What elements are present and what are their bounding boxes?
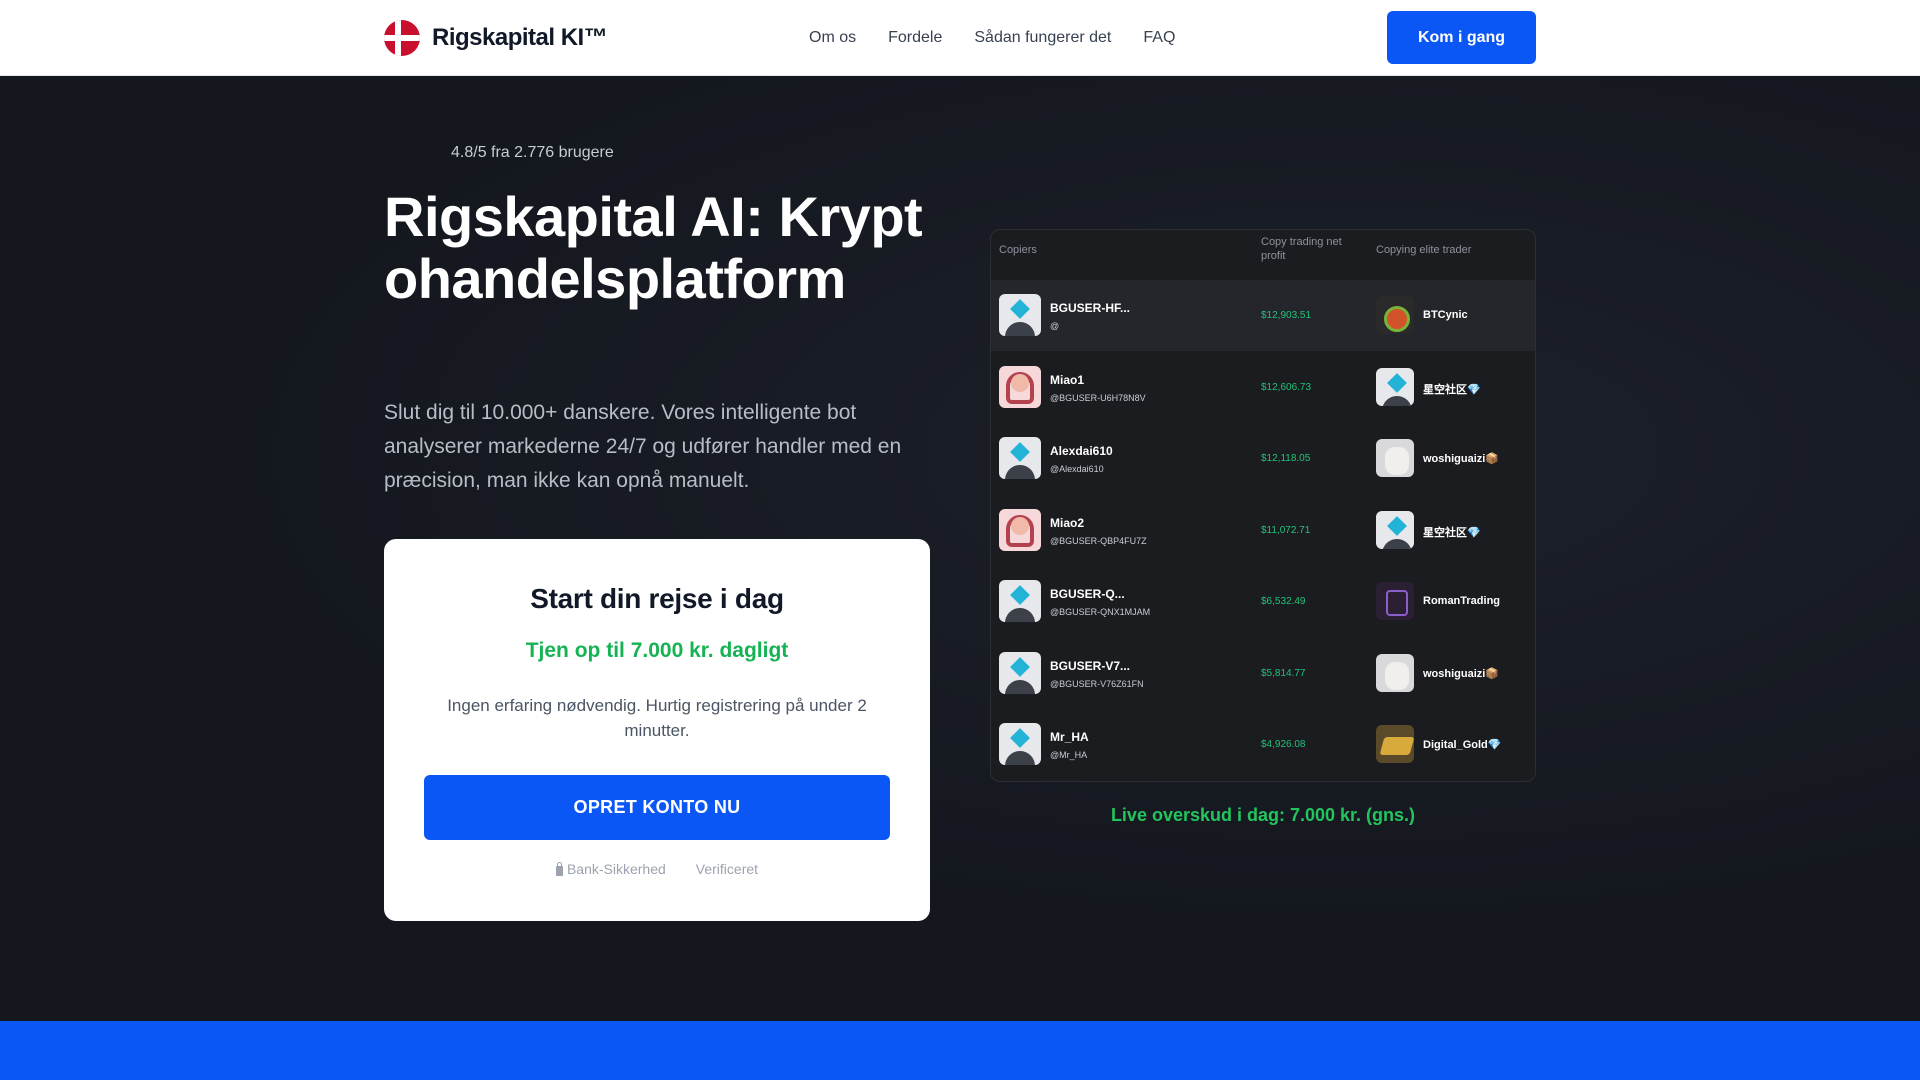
net-profit: $6,532.49 bbox=[1261, 596, 1306, 607]
signup-card: Start din rejse i dag Tjen op til 7.000 … bbox=[384, 539, 930, 921]
copier-name: Miao1 bbox=[1050, 372, 1085, 387]
copier-handle: @ bbox=[1050, 321, 1060, 331]
column-header-copiers: Copiers bbox=[999, 244, 1037, 256]
trader-avatar bbox=[1376, 510, 1414, 549]
header-inner: Rigskapital KI™ Om os Fordele Sådan fung… bbox=[384, 0, 1536, 76]
copier-name: BGUSER-Q... bbox=[1050, 587, 1125, 601]
trader-name[interactable]: woshiguaizi📦 bbox=[1423, 452, 1499, 465]
brand-name: Rigskapital KI™ bbox=[432, 24, 608, 51]
table-row[interactable]: Mr_HA @Mr_HA $4,926.08 Digital_Gold💎 bbox=[991, 709, 1535, 780]
earnings-claim: Tjen op til 7.000 kr. dagligt bbox=[525, 639, 789, 662]
copier-avatar bbox=[999, 651, 1041, 694]
trust-badge-verified: Verificeret bbox=[696, 861, 758, 877]
trader-avatar bbox=[1376, 725, 1414, 763]
table-row[interactable]: BGUSER-Q... @BGUSER-QNX1MJAM $6,532.49 Roma… bbox=[991, 566, 1535, 637]
table-row[interactable]: Miao1 @BGUSER-U6H78N8V $12,606.73 星空社区💎 bbox=[991, 352, 1535, 423]
copier-avatar bbox=[999, 365, 1041, 408]
nav-link-faq[interactable]: FAQ bbox=[1143, 29, 1175, 47]
site-header: Rigskapital KI™ Om os Fordele Sådan fung… bbox=[0, 0, 1920, 76]
copier-avatar bbox=[999, 294, 1041, 336]
danish-flag-icon bbox=[384, 20, 420, 56]
column-header-trader: Copying elite trader bbox=[1376, 244, 1472, 256]
table-row[interactable]: BGUSER-HF... @ $12,903.51 BTCynic bbox=[991, 280, 1535, 351]
nav-link-om-os[interactable]: Om os bbox=[809, 29, 856, 47]
trader-name[interactable]: woshiguaizi📦 bbox=[1423, 667, 1499, 680]
net-profit: $4,926.08 bbox=[1261, 739, 1306, 750]
table-row[interactable]: Alexdai610 @Alexdai610 $12,118.05 woshiguai… bbox=[991, 423, 1535, 494]
copier-handle: @BGUSER-U6H78N8V bbox=[1050, 392, 1146, 403]
copy-trading-table: Copiers Copy trading net profit Copying … bbox=[990, 229, 1536, 782]
trader-avatar bbox=[1376, 296, 1414, 334]
trust-badge-security: Bank-Sikkerhed bbox=[555, 861, 666, 877]
trader-avatar bbox=[1376, 439, 1414, 477]
hero-subtitle: Slut dig til 10.000+ danskere. Vores int… bbox=[384, 401, 902, 492]
trust-label-security: Bank-Sikkerhed bbox=[566, 861, 666, 877]
card-description: Ingen erfaring nødvendig. Hurtig registr… bbox=[447, 696, 867, 740]
trader-avatar bbox=[1376, 582, 1414, 620]
nav-link-how-it-works[interactable]: Sådan fungerer det bbox=[974, 29, 1111, 47]
trust-label-verified: Verificeret bbox=[695, 861, 759, 877]
trader-name[interactable]: BTCynic bbox=[1423, 309, 1468, 321]
live-profit-text: Live overskud i dag: 7.000 kr. (gns.) bbox=[1110, 805, 1416, 825]
copier-avatar bbox=[999, 580, 1041, 622]
net-profit: $12,903.51 bbox=[1261, 310, 1312, 321]
trader-name[interactable]: 星空社区💎 bbox=[1423, 524, 1481, 540]
brand-logo[interactable]: Rigskapital KI™ bbox=[384, 20, 608, 56]
copier-handle: @BGUSER-QBP4FU7Z bbox=[1050, 535, 1147, 546]
trust-badges: Bank-Sikkerhed Verificeret bbox=[384, 861, 930, 877]
copier-name: BGUSER-V7... bbox=[1050, 658, 1131, 673]
column-header-profit: Copy trading net profit bbox=[1261, 236, 1342, 262]
table-header: Copiers Copy trading net profit Copying … bbox=[991, 230, 1535, 280]
net-profit: $12,606.73 bbox=[1261, 381, 1312, 393]
trader-avatar bbox=[1376, 367, 1414, 406]
trader-name[interactable]: Digital_Gold💎 bbox=[1423, 738, 1501, 751]
net-profit: $11,072.71 bbox=[1261, 524, 1311, 536]
net-profit: $12,118.05 bbox=[1261, 453, 1311, 464]
trader-avatar bbox=[1376, 653, 1414, 692]
copier-avatar bbox=[999, 508, 1041, 551]
hero-title: Rigskapital AI: Kryptohandelsplatform bbox=[384, 185, 923, 310]
copier-name: BGUSER-HF... bbox=[1050, 301, 1131, 315]
copier-handle: @Mr_HA bbox=[1050, 750, 1088, 760]
copier-handle: @Alexdai610 bbox=[1050, 464, 1104, 474]
card-title: Start din rejse i dag bbox=[530, 583, 784, 614]
copier-avatar bbox=[999, 437, 1041, 479]
hero-section bbox=[0, 76, 1920, 1021]
table-row[interactable]: Miao2 @BGUSER-QBP4FU7Z $11,072.71 星空社区💎 bbox=[991, 495, 1535, 566]
copier-name: Mr_HA bbox=[1050, 730, 1089, 744]
table-row[interactable]: BGUSER-V7... @BGUSER-V76Z61FN $5,814.77 wos… bbox=[991, 638, 1535, 709]
lock-icon bbox=[555, 861, 563, 876]
trader-name[interactable]: 星空社区💎 bbox=[1423, 381, 1481, 397]
net-profit: $5,814.77 bbox=[1261, 667, 1306, 679]
nav-link-fordele[interactable]: Fordele bbox=[888, 29, 942, 47]
create-account-button[interactable]: OPRET KONTO NU bbox=[424, 775, 890, 840]
rating-text: 4.8/5 fra 2.776 brugere bbox=[451, 144, 614, 161]
copier-name: Miao2 bbox=[1050, 515, 1085, 530]
copier-avatar bbox=[999, 723, 1041, 765]
main-nav: Om os Fordele Sådan fungerer det FAQ bbox=[809, 0, 1175, 76]
copier-name: Alexdai610 bbox=[1050, 444, 1113, 458]
copier-handle: @BGUSER-V76Z61FN bbox=[1050, 678, 1144, 689]
copier-handle: @BGUSER-QNX1MJAM bbox=[1050, 607, 1151, 617]
get-started-button[interactable]: Kom i gang bbox=[1387, 11, 1536, 64]
footer-band bbox=[0, 1021, 1920, 1080]
trader-name[interactable]: RomanTrading bbox=[1423, 595, 1500, 607]
